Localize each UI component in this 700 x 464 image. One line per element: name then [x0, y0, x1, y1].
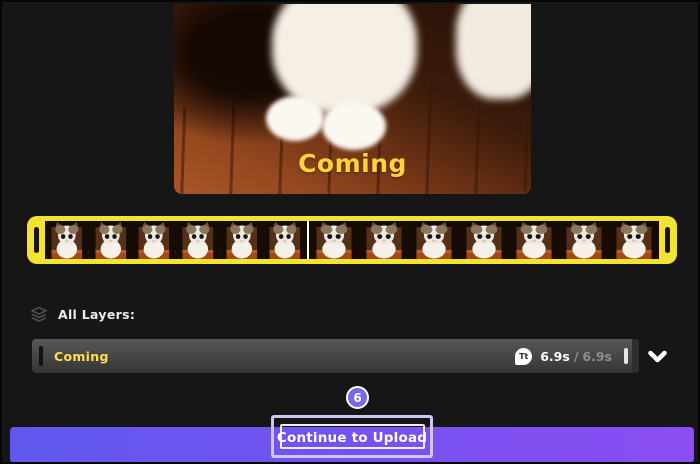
filmstrip-thumbnail — [176, 221, 220, 259]
trim-handle-right[interactable] — [665, 227, 670, 253]
layers-icon — [30, 306, 48, 322]
duration-current: 6.9s — [540, 348, 570, 364]
trim-handle-left[interactable] — [34, 227, 39, 253]
cat-paw — [456, 4, 531, 99]
filmstrip-thumbnails[interactable] — [45, 221, 659, 259]
filmstrip-thumbnail — [88, 221, 133, 259]
filmstrip-thumbnail — [359, 221, 409, 259]
step-number-badge: 6 — [346, 386, 369, 409]
filmstrip-thumbnail — [559, 221, 609, 259]
cat-paw — [266, 96, 324, 141]
layer-duration: 6.9s / 6.9s — [540, 349, 612, 364]
layer-drag-handle-left[interactable] — [39, 346, 43, 366]
filmstrip-thumbnail — [132, 221, 177, 259]
gif-preview: Coming — [174, 4, 531, 194]
layer-title: Coming — [54, 348, 109, 364]
filmstrip-segment — [309, 221, 659, 259]
text-layer-icon: Tt — [515, 347, 533, 365]
gif-editor-screen: Coming All Layers: Coming Tt 6.9s / 6.9s… — [0, 0, 700, 464]
filmstrip-thumbnail — [409, 221, 459, 259]
filmstrip-thumbnail — [509, 221, 559, 259]
filmstrip-thumbnail — [609, 221, 659, 259]
layer-row-end-cap — [632, 339, 639, 373]
layer-row-coming[interactable]: Coming Tt 6.9s / 6.9s — [32, 339, 639, 373]
filmstrip-thumbnail — [309, 221, 359, 259]
continue-to-upload-button[interactable]: Continue to Upload — [257, 428, 447, 448]
duration-separator: / — [573, 348, 579, 364]
filmstrip-thumbnail — [45, 221, 89, 259]
all-layers-heading: All Layers: — [30, 304, 135, 324]
all-layers-label: All Layers: — [58, 306, 136, 322]
filmstrip-segment — [45, 221, 308, 259]
duration-total: 6.9s — [582, 348, 612, 364]
filmstrip-trimmer[interactable] — [27, 216, 677, 264]
chevron-down-icon[interactable] — [648, 350, 667, 364]
preview-caption-text: Coming — [298, 149, 407, 178]
filmstrip-thumbnail — [263, 221, 308, 259]
layer-drag-handle-right[interactable] — [624, 348, 628, 364]
filmstrip-thumbnail — [459, 221, 509, 259]
filmstrip-thumbnail — [219, 221, 264, 259]
cat-paw — [322, 102, 386, 150]
